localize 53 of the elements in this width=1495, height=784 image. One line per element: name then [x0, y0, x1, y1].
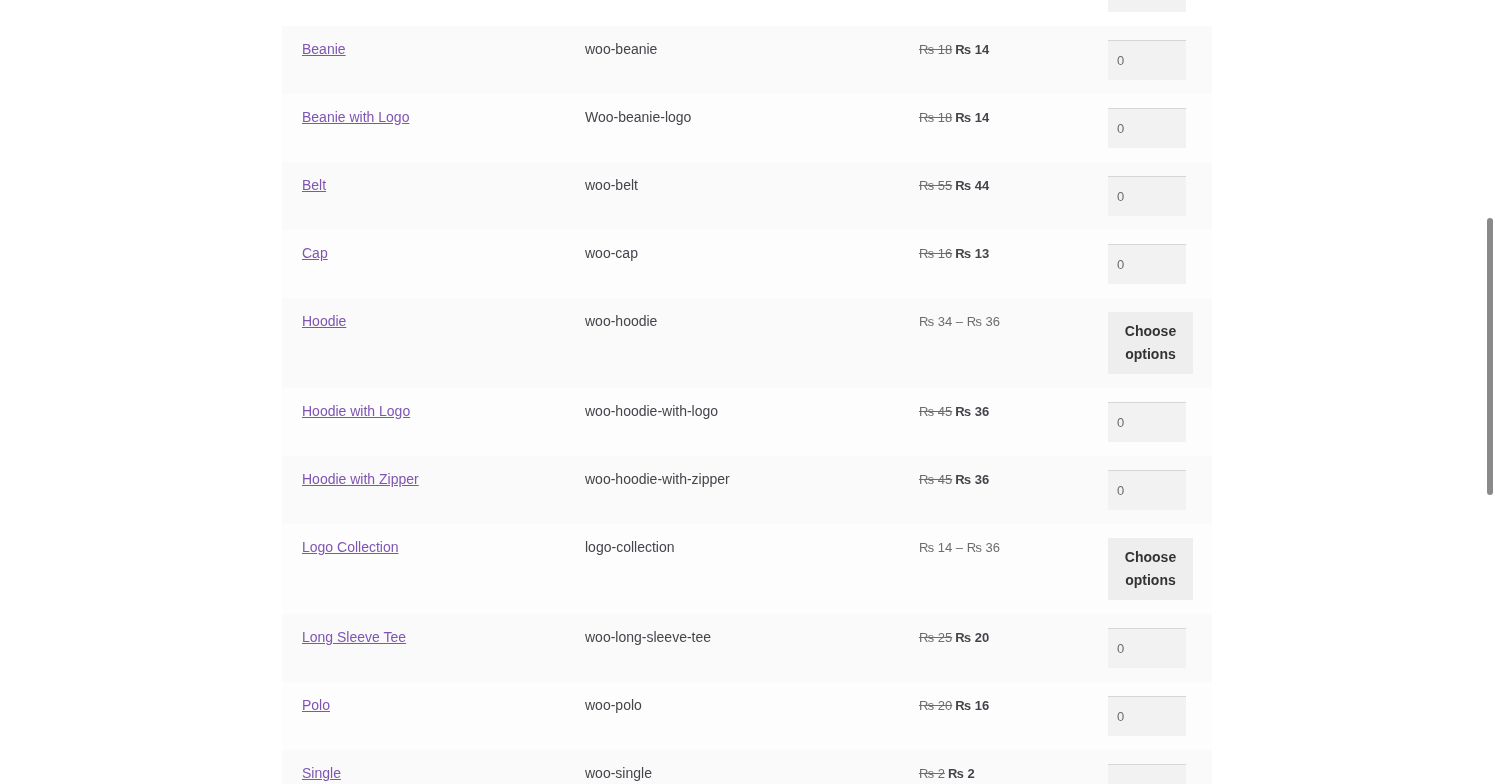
product-link[interactable]: Single — [302, 766, 341, 781]
sale-price: ₨ 36 — [955, 404, 990, 419]
sale-price: ₨ 14 — [955, 110, 990, 125]
product-link[interactable]: Beanie with Logo — [302, 110, 410, 125]
original-price: ₨ 55 — [919, 178, 953, 193]
price-range: ₨ 14 – ₨ 36 — [919, 540, 1000, 555]
product-link[interactable]: Cap — [302, 246, 328, 261]
sku-text: woo-cap — [585, 246, 638, 261]
quantity-field[interactable]: 0 — [1108, 40, 1186, 80]
quantity-field[interactable]: 0 — [1108, 696, 1186, 736]
quantity-field[interactable]: 0 — [1108, 176, 1186, 216]
original-price: ₨ 45 — [919, 404, 953, 419]
sale-price: ₨ 44 — [955, 178, 990, 193]
sale-price: ₨ 14 — [955, 42, 990, 57]
original-price: ₨ 18 — [919, 110, 953, 125]
original-price: ₨ 18 — [919, 42, 953, 57]
sku-text: woo-polo — [585, 698, 642, 713]
sku-text: Woo-beanie-logo — [585, 110, 692, 125]
sale-price: ₨ 36 — [955, 472, 990, 487]
product-link[interactable]: Hoodie with Zipper — [302, 472, 419, 487]
sku-text: woo-hoodie-with-logo — [585, 404, 719, 419]
sale-price: ₨ 16 — [955, 698, 990, 713]
choose-options-button[interactable]: Choose options — [1108, 538, 1193, 600]
choose-options-button[interactable]: Choose options — [1108, 312, 1193, 374]
product-link[interactable]: Long Sleeve Tee — [302, 630, 407, 645]
quantity-field[interactable]: 0 — [1108, 402, 1186, 442]
sale-price: ₨ 2 — [948, 766, 975, 781]
product-link[interactable]: Beanie — [302, 42, 346, 57]
quantity-field[interactable]: 0 — [1108, 628, 1186, 668]
original-price: ₨ 20 — [919, 698, 953, 713]
sku-text: woo-hoodie — [585, 314, 658, 329]
price-range: ₨ 34 – ₨ 36 — [919, 314, 1000, 329]
sku-text: woo-beanie — [585, 42, 658, 57]
sku-text: woo-single — [585, 766, 652, 781]
quantity-field[interactable]: 0 — [1108, 108, 1186, 148]
quantity-field[interactable]: 0 — [1108, 244, 1186, 284]
product-link[interactable]: Belt — [302, 178, 327, 193]
sale-price: ₨ 20 — [955, 630, 990, 645]
quantity-field[interactable]: 0 — [1108, 470, 1186, 510]
original-price: ₨ 16 — [919, 246, 953, 261]
original-price: ₨ 25 — [919, 630, 953, 645]
product-link[interactable]: Hoodie with Logo — [302, 404, 411, 419]
product-link[interactable]: Hoodie — [302, 314, 347, 329]
sale-price: ₨ 13 — [955, 246, 990, 261]
sku-text: woo-long-sleeve-tee — [585, 630, 712, 645]
product-link[interactable]: Logo Collection — [302, 540, 399, 555]
sku-text: woo-belt — [585, 178, 638, 193]
sku-text: woo-hoodie-with-zipper — [585, 472, 730, 487]
original-price: ₨ 2 — [919, 766, 945, 781]
sku-text: logo-collection — [585, 540, 675, 555]
original-price: ₨ 45 — [919, 472, 953, 487]
product-link[interactable]: Polo — [302, 698, 331, 713]
scrollbar-thumb[interactable] — [1487, 218, 1493, 495]
